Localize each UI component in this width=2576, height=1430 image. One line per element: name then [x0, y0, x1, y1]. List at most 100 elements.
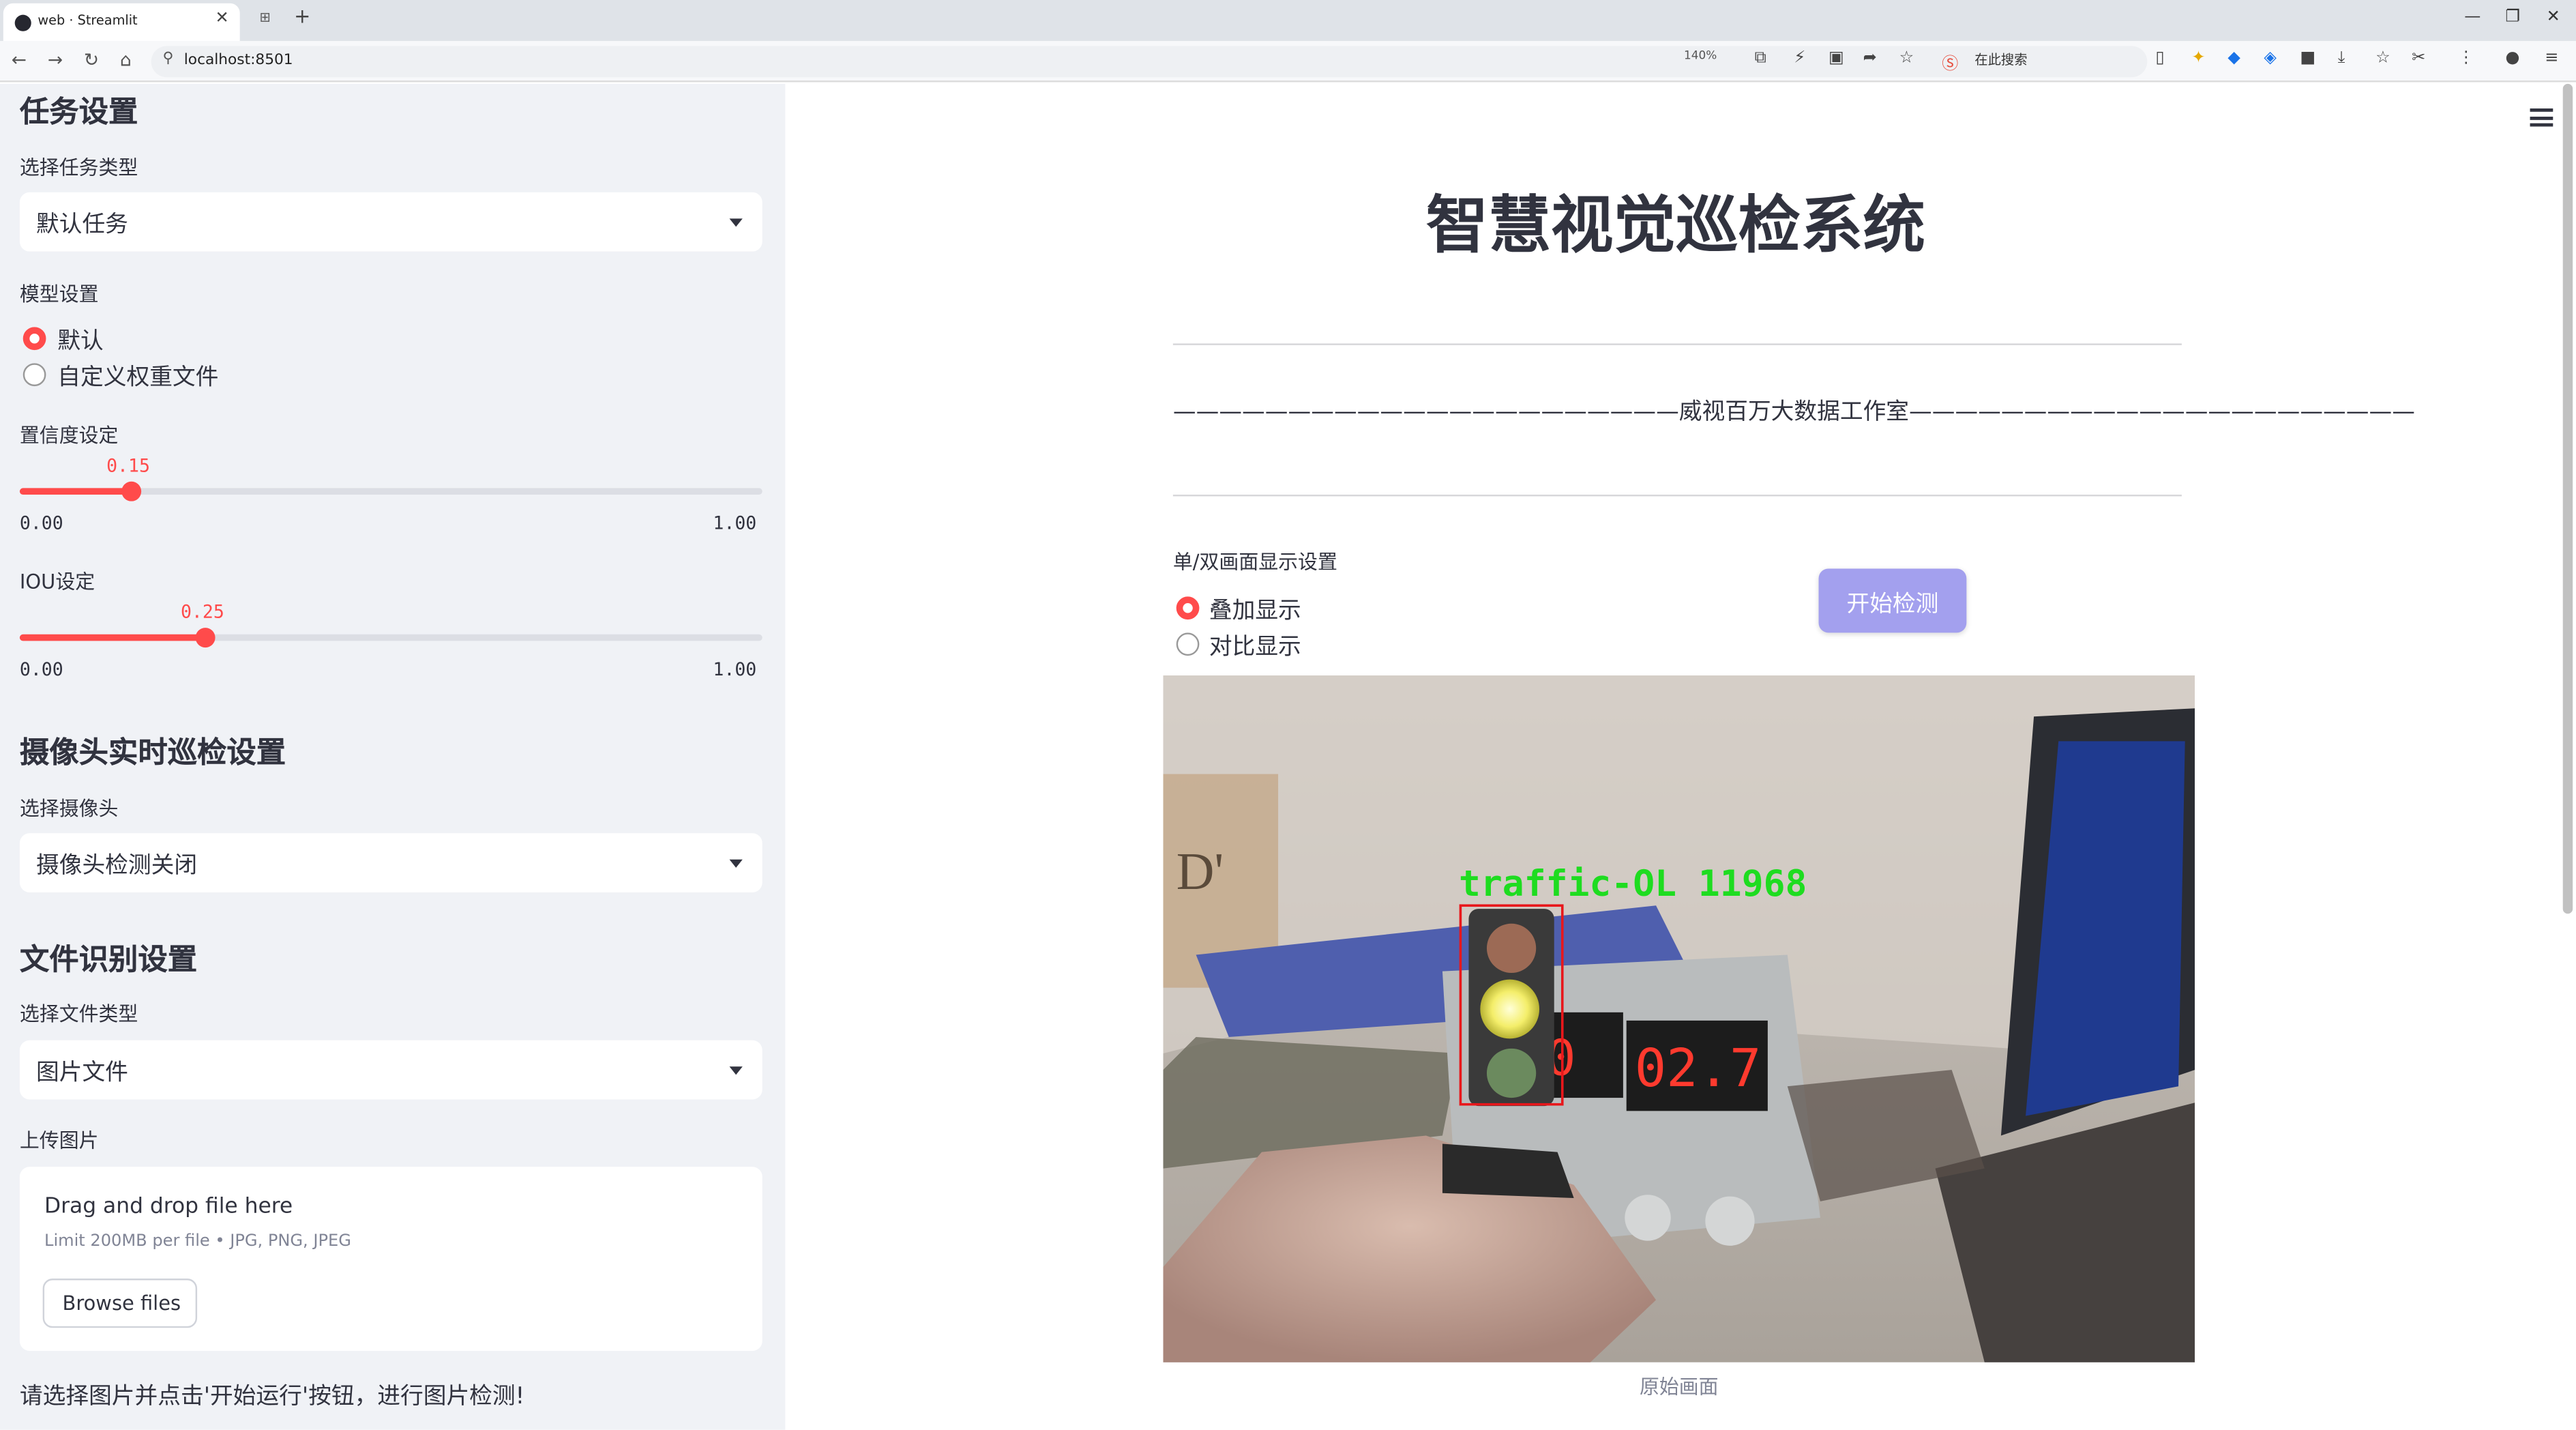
iou-label: IOU设定: [19, 570, 95, 594]
dropzone-title: Drag and drop file here: [44, 1195, 293, 1220]
camera-settings-heading: 摄像头实时巡检设置: [19, 736, 286, 771]
file-dropzone[interactable]: Drag and drop file here Limit 200MB per …: [19, 1167, 763, 1352]
hamburger-menu-icon[interactable]: [2530, 108, 2553, 127]
close-window-icon[interactable]: ✕: [2547, 8, 2560, 26]
extension3-icon[interactable]: ◈: [2264, 49, 2277, 67]
more-menu-icon[interactable]: ⋮: [2458, 49, 2474, 67]
detection-image: D' 00 02.7 tra: [1163, 675, 2195, 1362]
compare-display-label[interactable]: 对比显示: [1209, 630, 1301, 662]
confidence-slider[interactable]: [19, 481, 763, 501]
url-text[interactable]: localhost:8501: [184, 53, 293, 69]
browser-tab-bar: web · Streamlit ✕ ⊞ + — ❐ ✕: [0, 0, 2576, 42]
translate-icon[interactable]: ⧉: [1755, 49, 1766, 67]
extension4-icon[interactable]: ■: [2300, 49, 2315, 67]
start-detection-label[interactable]: 开始检测: [1819, 587, 1967, 619]
compare-display-radio[interactable]: [1176, 632, 1200, 656]
image-caption: 原始画面: [1639, 1375, 1719, 1399]
model-settings-label: 模型设置: [19, 282, 99, 306]
phone-icon[interactable]: ▯: [2155, 49, 2164, 67]
display-right-digits: 02.7: [1635, 1038, 1762, 1099]
start-detection-button[interactable]: 开始检测: [1818, 568, 1967, 633]
main-content: 智慧视觉巡检系统 ——————————————————————威视百万大数据工作…: [785, 83, 2576, 1430]
confidence-slider-fill: [19, 488, 132, 495]
extension2-icon[interactable]: ◆: [2227, 49, 2240, 67]
download-icon[interactable]: ⤓: [2338, 49, 2345, 67]
new-tab-icon[interactable]: +: [294, 5, 310, 28]
knob-left: [1625, 1195, 1671, 1241]
confidence-slider-thumb[interactable]: [121, 481, 141, 501]
upload-label: 上传图片: [19, 1128, 99, 1152]
extension-icon[interactable]: ✦: [2191, 49, 2205, 67]
favorites-icon[interactable]: ☆: [2375, 49, 2390, 67]
confidence-value: 0.15: [106, 455, 150, 477]
divider: [1172, 343, 2182, 345]
scissors-icon[interactable]: ✂: [2412, 49, 2425, 67]
profile-avatar-icon[interactable]: ●: [2505, 49, 2519, 67]
streamlit-favicon-icon: [14, 14, 31, 31]
iou-value: 0.25: [180, 601, 224, 623]
iou-min: 0.00: [19, 658, 63, 681]
minimize-icon[interactable]: —: [2464, 8, 2481, 26]
search-box[interactable]: Ⓢ 在此搜索: [1938, 46, 2139, 74]
browser-menu-icon[interactable]: ≡: [2545, 49, 2558, 67]
model-custom-label[interactable]: 自定义权重文件: [57, 360, 218, 393]
overlay-display-radio[interactable]: [1176, 596, 1200, 620]
back-icon[interactable]: ←: [12, 49, 27, 70]
iou-slider-thumb[interactable]: [195, 628, 216, 648]
search-engine-icon: Ⓢ: [1942, 55, 1959, 74]
tab-title: web · Streamlit: [38, 13, 138, 28]
chevron-down-icon: [729, 218, 743, 227]
address-bar[interactable]: ⚲ localhost:8501: [151, 46, 2148, 78]
screenshot-icon[interactable]: ▣: [1829, 49, 1844, 67]
knob-right: [1705, 1196, 1755, 1246]
home-icon[interactable]: ⌂: [120, 49, 132, 70]
search-placeholder: 在此搜索: [1974, 53, 2028, 68]
studio-subtitle: ——————————————————————威视百万大数据工作室————————…: [1172, 399, 2415, 426]
share-icon[interactable]: ➦: [1863, 49, 1877, 67]
divider: [1172, 495, 2182, 497]
upload-hint: 请选择图片并点击'开始运行'按钮，进行图片检测!: [19, 1384, 525, 1410]
signal-board: [1442, 1143, 1574, 1199]
bookmark-star-icon[interactable]: ☆: [1899, 49, 1914, 67]
browser-toolbar: ← → ↻ ⌂ ⚲ localhost:8501 140% ⧉ ⚡ ▣ ➦ ☆ …: [0, 41, 2576, 83]
lightning-icon[interactable]: ⚡: [1794, 49, 1805, 67]
chevron-down-icon: [729, 1066, 743, 1075]
green-lamp: [1486, 1048, 1537, 1098]
page-title: 智慧视觉巡检系统: [1425, 189, 1926, 261]
box-printing: D': [1176, 842, 1224, 901]
camera-select-label: 选择摄像头: [19, 797, 119, 820]
restore-icon[interactable]: ❐: [2505, 8, 2520, 26]
zoom-level[interactable]: 140%: [1684, 49, 1717, 62]
confidence-label: 置信度设定: [19, 424, 119, 448]
browse-files-label[interactable]: Browse files: [63, 1292, 181, 1315]
chevron-down-icon: [729, 859, 743, 868]
confidence-min: 0.00: [19, 512, 63, 534]
iou-slider-fill: [19, 634, 206, 641]
model-default-radio[interactable]: [23, 327, 46, 351]
task-type-select[interactable]: 默认任务: [19, 192, 763, 252]
file-type-select[interactable]: 图片文件: [19, 1040, 763, 1100]
scrollbar[interactable]: [2562, 83, 2573, 914]
file-type-label: 选择文件类型: [19, 1002, 138, 1026]
forward-icon[interactable]: →: [48, 49, 63, 70]
model-custom-radio[interactable]: [23, 363, 46, 387]
sidebar: 任务设置 选择任务类型 默认任务 模型设置 默认 自定义权重文件 置信度设定 0…: [0, 83, 786, 1430]
detection-scene: D' 00 02.7 tra: [1163, 675, 2195, 1362]
close-tab-icon[interactable]: ✕: [216, 10, 229, 27]
browse-files-button[interactable]: Browse files: [42, 1279, 198, 1328]
file-type-value: 图片文件: [35, 1060, 128, 1087]
overlay-display-label[interactable]: 叠加显示: [1209, 594, 1301, 626]
task-type-value: 默认任务: [35, 211, 128, 239]
task-type-label: 选择任务类型: [19, 156, 138, 179]
iou-slider[interactable]: [19, 628, 763, 648]
detection-label: traffic-OL 11968: [1459, 863, 1807, 905]
search-icon: ⚲: [162, 50, 174, 68]
iou-max: 1.00: [713, 658, 757, 681]
yellow-lamp: [1480, 979, 1540, 1039]
reload-icon[interactable]: ↻: [84, 49, 99, 70]
browser-tab[interactable]: web · Streamlit ✕: [3, 3, 240, 42]
tab-grid-icon[interactable]: ⊞: [260, 10, 271, 25]
camera-select[interactable]: 摄像头检测关闭: [19, 833, 763, 892]
confidence-max: 1.00: [713, 512, 757, 534]
model-default-label[interactable]: 默认: [57, 324, 103, 357]
